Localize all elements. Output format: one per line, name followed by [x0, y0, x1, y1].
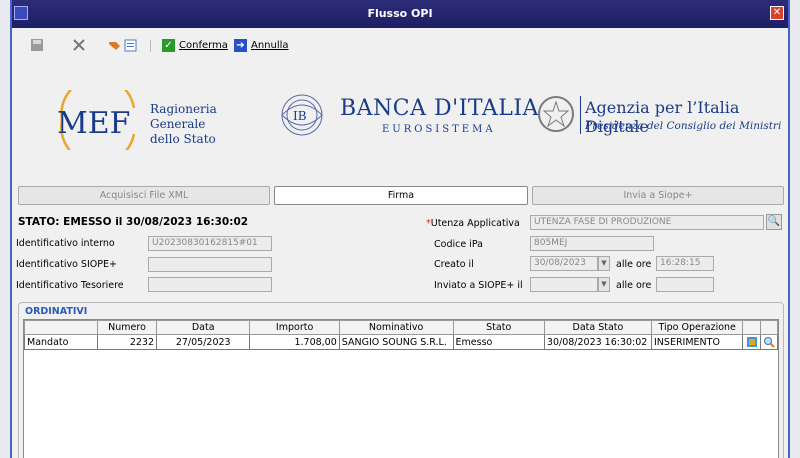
id-siope-label: Identificativo SIOPE+ — [16, 259, 117, 270]
agid-subtitle: Presidenza del Consiglio dei Ministri — [585, 120, 782, 132]
id-interno-field[interactable]: U20230830162815#01 — [148, 236, 272, 251]
document-icon[interactable] — [124, 37, 138, 53]
col-header — [759, 320, 779, 335]
cell-nominativo: SANGIO SOUNG S.R.L. — [338, 334, 454, 350]
cell-stato: Emesso — [452, 334, 545, 350]
mef-subtitle: Ragioneria Generale dello Stato — [150, 102, 217, 147]
col-header[interactable]: Data — [155, 320, 251, 335]
alle-ore-label: alle ore — [616, 259, 652, 270]
cancel-button[interactable]: ➔ Annulla — [234, 37, 289, 53]
cell-tipo: Mandato — [23, 334, 99, 350]
cell-data-stato: 30/08/2023 16:30:02 — [543, 334, 653, 350]
inviato-label: Inviato a SIOPE+ il — [434, 280, 523, 291]
creato-date-field[interactable]: 30/08/2023 — [530, 256, 598, 271]
tab-acquisisci-xml[interactable]: Acquisisci File XML — [18, 186, 270, 205]
id-tesoriere-field[interactable] — [148, 277, 272, 292]
col-header[interactable]: Nominativo — [338, 320, 454, 335]
arrow-right-icon: ➔ — [234, 38, 247, 52]
close-icon[interactable]: ✕ — [770, 6, 784, 20]
table-header: Numero Data Importo Nominativo Stato Dat… — [23, 320, 779, 335]
id-tesoriere-label: Identificativo Tesoriere — [16, 280, 124, 291]
id-siope-field[interactable] — [148, 257, 272, 272]
tab-firma[interactable]: Firma — [274, 186, 528, 205]
id-interno-label: Identificativo interno — [16, 238, 115, 249]
col-header[interactable]: Importo — [249, 320, 340, 335]
mef-line-3: dello Stato — [150, 132, 216, 146]
eurosistema-label: EUROSISTEMA — [382, 124, 496, 135]
check-icon: ✓ — [162, 38, 175, 52]
chevron-down-icon[interactable]: ▼ — [598, 256, 610, 271]
magnifier-icon[interactable] — [759, 334, 779, 350]
status-label: STATO: EMESSO il 30/08/2023 16:30:02 — [18, 216, 249, 228]
creato-time-field[interactable]: 16:28:15 — [656, 256, 714, 271]
cell-importo: 1.708,00 — [249, 334, 340, 350]
creato-label: Creato il — [434, 259, 474, 270]
col-header[interactable]: Data Stato — [543, 320, 653, 335]
mef-text: MEF — [57, 106, 130, 141]
tab-invia-siope[interactable]: Invia a Siope+ — [532, 186, 784, 205]
cell-numero: 2232 — [97, 334, 157, 350]
col-header[interactable] — [23, 320, 99, 335]
save-icon[interactable] — [30, 37, 44, 53]
col-header[interactable]: Numero — [97, 320, 157, 335]
banca-italia-emblem: IB — [281, 94, 323, 136]
toolbar: ✓ Conferma ➔ Annulla — [12, 28, 788, 62]
window-title: Flusso OPI — [367, 7, 433, 20]
search-icon[interactable]: 🔍 — [766, 214, 782, 230]
flusso-opi-dialog: Flusso OPI ✕ ✓ Conferma ➔ Annulla MEF Ra… — [10, 0, 790, 458]
edit-row-icon[interactable] — [742, 334, 761, 350]
logo-banner: MEF Ragioneria Generale dello Stato IB B… — [12, 62, 792, 182]
col-header[interactable]: Tipo Operazione — [650, 320, 744, 335]
table-row[interactable]: Mandato 2232 27/05/2023 1.708,00 SANGIO … — [23, 334, 779, 350]
col-header[interactable]: Stato — [452, 320, 545, 335]
utenza-field[interactable]: UTENZA FASE DI PRODUZIONE — [530, 215, 764, 230]
mef-line-2: Generale — [150, 117, 206, 131]
ipa-field[interactable]: 805MEJ — [530, 236, 654, 251]
inviato-date-field[interactable] — [530, 277, 598, 292]
title-bar: Flusso OPI ✕ — [12, 0, 788, 28]
delete-icon[interactable] — [72, 37, 86, 53]
utenza-label: *Utenza Applicativa — [426, 218, 520, 229]
chevron-down-icon[interactable]: ▼ — [598, 277, 610, 292]
confirm-label: Conferma — [179, 39, 228, 51]
ipa-label: Codice iPa — [434, 239, 483, 250]
inviato-time-field[interactable] — [656, 277, 714, 292]
background-app-left — [0, 0, 10, 458]
svg-text:IB: IB — [293, 109, 307, 123]
ordinativi-title: ORDINATIVI — [25, 306, 88, 317]
repubblica-emblem — [538, 96, 574, 132]
ordinativi-panel: ORDINATIVI Numero Data Importo Nominativ… — [18, 302, 784, 458]
attach-icon[interactable] — [108, 37, 122, 53]
banca-italia-name: BANCA D'ITALIA — [340, 96, 539, 121]
cell-data: 27/05/2023 — [155, 334, 251, 350]
mef-line-1: Ragioneria — [150, 102, 217, 116]
mef-logo: MEF — [57, 90, 136, 150]
cancel-label: Annulla — [251, 39, 289, 51]
ordinativi-table: Numero Data Importo Nominativo Stato Dat… — [23, 319, 779, 458]
agid-divider — [580, 96, 581, 134]
toolbar-separator — [150, 40, 151, 52]
confirm-button[interactable]: ✓ Conferma — [162, 37, 228, 53]
alle-ore-label-2: alle ore — [616, 280, 652, 291]
col-header — [742, 320, 761, 335]
step-tabs: Acquisisci File XML Firma Invia a Siope+ — [18, 186, 784, 206]
cell-tipo-operazione: INSERIMENTO — [650, 334, 744, 350]
